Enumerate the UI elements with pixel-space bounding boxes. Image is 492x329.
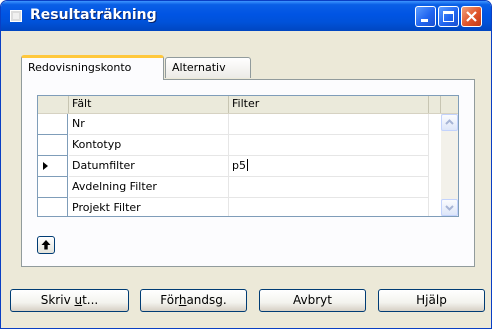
text-caret [246, 159, 248, 171]
header-selector-cell [38, 96, 69, 113]
filter-cell[interactable] [229, 177, 429, 198]
row-selector[interactable] [38, 156, 68, 177]
grid-row-avdelning-filter[interactable]: Avdelning Filter [38, 177, 458, 198]
print-label-pre: Skriv [40, 293, 75, 307]
grid-row-datumfilter[interactable]: Datumfilter p5 [38, 156, 458, 177]
maximize-icon [443, 11, 454, 22]
scroll-down-button[interactable] [441, 199, 458, 216]
grid-row-nr[interactable]: Nr [38, 114, 458, 135]
maximize-button[interactable] [438, 6, 459, 27]
preview-label-post: andsg. [186, 293, 227, 307]
row-pointer-icon [43, 162, 48, 170]
scroll-up-icon [445, 119, 454, 125]
tab-panel: Fält Filter Nr Kontotyp Datumfilter p5 A… [21, 79, 475, 267]
field-cell: Avdelning Filter [69, 177, 229, 198]
tab-alternativ[interactable]: Alternativ [165, 57, 251, 78]
filter-grid: Fält Filter Nr Kontotyp Datumfilter p5 A… [37, 95, 459, 217]
filter-cell[interactable] [229, 135, 429, 156]
field-cell: Kontotyp [69, 135, 229, 156]
field-cell: Datumfilter [69, 156, 229, 177]
row-selector[interactable] [38, 177, 68, 198]
title-bar[interactable]: Resultaträkning [1, 1, 491, 31]
tab-redovisningskonto[interactable]: Redovisningskonto [21, 55, 164, 80]
preview-label-pre: För [160, 293, 179, 307]
dialog-window: Resultaträkning Redovisningskonto Altern… [0, 0, 492, 329]
cancel-button[interactable]: Avbryt [259, 289, 366, 312]
arrow-up-icon [41, 240, 51, 250]
field-cell: Projekt Filter [69, 198, 229, 216]
row-selector[interactable] [38, 114, 68, 135]
header-spacer [429, 96, 441, 113]
field-cell: Nr [69, 114, 229, 135]
dialog-body: Redovisningskonto Alternativ Fält Filter… [4, 31, 488, 327]
help-button[interactable]: Hjälp [378, 289, 485, 312]
window-title: Resultaträkning [30, 7, 157, 23]
preview-button[interactable]: Förhandsg. [140, 289, 247, 312]
filter-value: p5 [232, 159, 246, 172]
filter-cell[interactable] [229, 114, 429, 135]
row-selector[interactable] [38, 135, 68, 156]
close-icon [466, 11, 477, 22]
scroll-up-button[interactable] [441, 114, 458, 131]
print-label-accel: u [74, 293, 83, 307]
vertical-scrollbar[interactable] [441, 114, 458, 216]
grid-row-kontotyp[interactable]: Kontotyp [38, 135, 458, 156]
minimize-icon [421, 19, 428, 22]
arrow-up-button[interactable] [37, 236, 55, 254]
grid-header: Fält Filter [38, 96, 458, 114]
column-header-filter[interactable]: Filter [229, 96, 429, 113]
print-label-post: t... [82, 293, 99, 307]
column-header-falt[interactable]: Fält [69, 96, 229, 113]
close-button[interactable] [461, 6, 482, 27]
print-button[interactable]: Skriv ut... [10, 289, 129, 312]
scroll-down-icon [445, 205, 454, 211]
filter-cell-active[interactable]: p5 [229, 156, 429, 177]
grid-row-projekt-filter[interactable]: Projekt Filter [38, 198, 458, 216]
minimize-button[interactable] [415, 6, 436, 27]
app-icon [10, 10, 22, 22]
row-selector[interactable] [38, 198, 68, 216]
filter-cell[interactable] [229, 198, 429, 216]
